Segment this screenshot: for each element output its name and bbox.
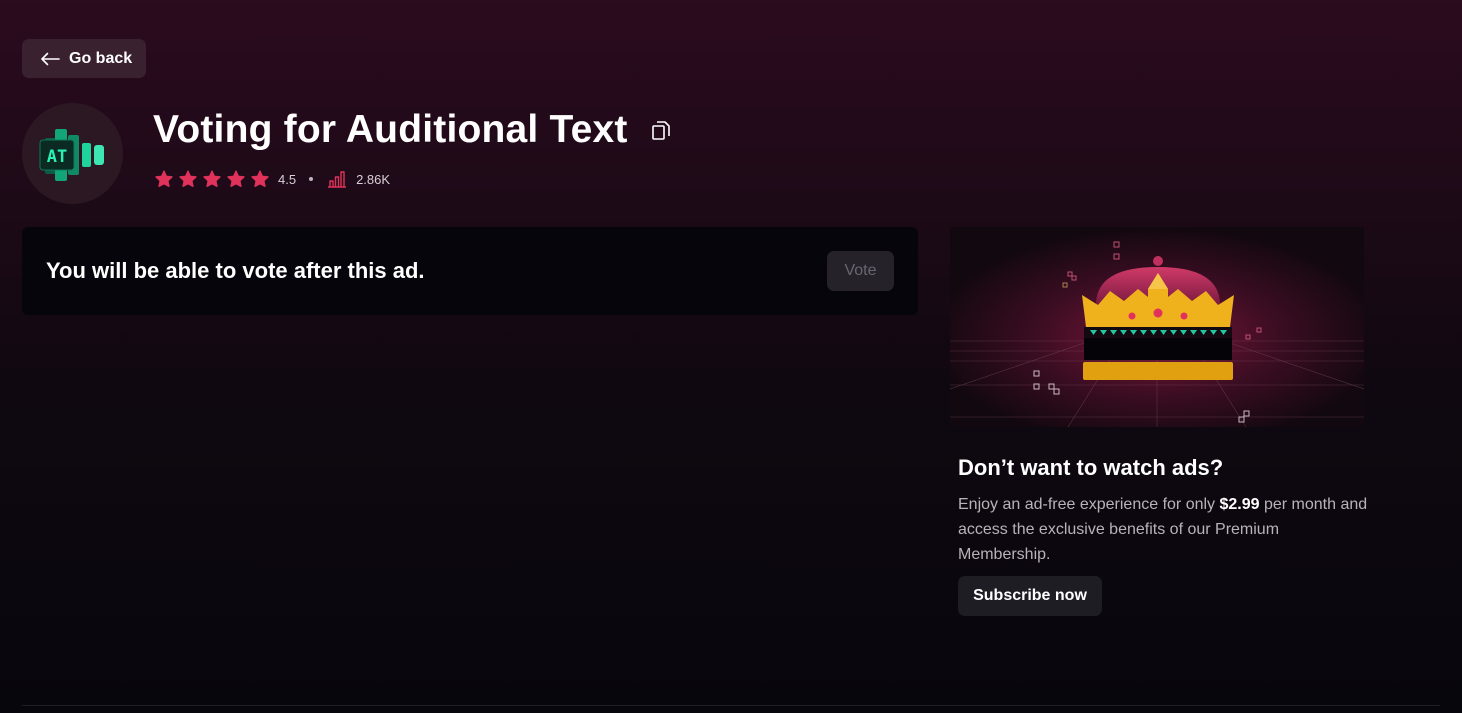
bar-chart-icon — [328, 171, 347, 188]
star-icon — [227, 170, 245, 188]
go-back-button[interactable]: Go back — [22, 39, 146, 78]
go-back-label: Go back — [69, 49, 133, 67]
promo-description: Enjoy an ad-free experience for only $2.… — [958, 492, 1368, 567]
crown-illustration — [950, 227, 1364, 427]
copy-icon[interactable] — [648, 117, 674, 143]
vote-button[interactable]: Vote — [827, 251, 894, 291]
star-icon — [251, 170, 269, 188]
ad-card: You will be able to vote after this ad. … — [22, 227, 918, 315]
subscribe-button[interactable]: Subscribe now — [958, 576, 1102, 616]
promo-desc-pre: Enjoy an ad-free experience for only — [958, 496, 1220, 513]
separator-dot — [309, 177, 314, 181]
promo-price: $2.99 — [1219, 496, 1260, 513]
vote-count: 2.86K — [356, 171, 391, 187]
page-title: Voting for Auditional Text — [153, 108, 628, 151]
app-meta: 4.5 2.86K — [154, 169, 390, 189]
rating-stars — [154, 169, 270, 189]
star-icon — [203, 170, 221, 188]
logo-text: AT — [46, 147, 66, 167]
rating-value: 4.5 — [278, 171, 297, 187]
star-icon — [155, 170, 173, 188]
promo-title: Don’t want to watch ads? — [958, 455, 1224, 480]
footer-divider — [22, 705, 1440, 706]
arrow-left-icon — [41, 52, 60, 65]
star-icon — [179, 170, 197, 188]
ad-message: You will be able to vote after this ad. — [46, 258, 425, 283]
app-logo: AT — [22, 103, 123, 204]
page: Go back AT Voting for Auditional Text 4.… — [0, 0, 1462, 713]
